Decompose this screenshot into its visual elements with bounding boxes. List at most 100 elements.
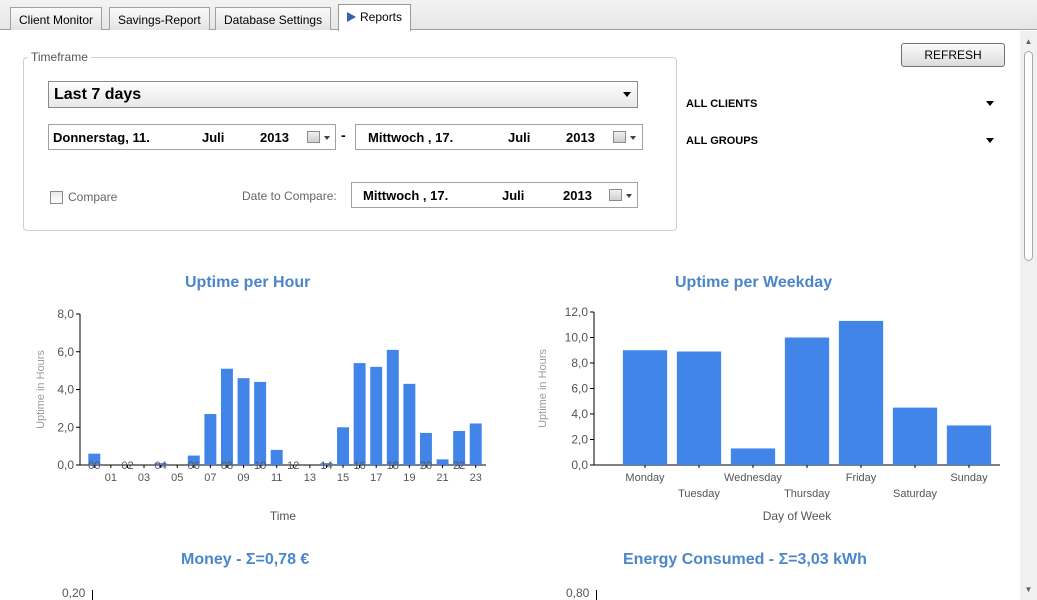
x-tick-label: Friday	[846, 472, 877, 484]
bar	[892, 407, 938, 465]
x-tick-label: Sunday	[950, 472, 988, 484]
bar	[838, 320, 884, 465]
x-tick-label: 01	[105, 472, 117, 484]
y-tick-label: 10,0	[565, 331, 589, 345]
x-tick-label: 17	[370, 472, 382, 484]
bar	[370, 366, 383, 465]
groups-filter[interactable]: ALL GROUPS	[686, 135, 758, 147]
compare-date-weekday: Mittwoch , 17.	[363, 188, 449, 203]
y-tick-label: 0,0	[571, 458, 588, 472]
from-date-picker[interactable]: Donnerstag, 11. Juli 2013	[48, 124, 336, 150]
x-tick-label: Tuesday	[678, 488, 720, 500]
compare-date-year: 2013	[563, 188, 592, 203]
bar	[622, 350, 668, 465]
x-tick-label: 10	[254, 460, 266, 472]
compare-date-month: Juli	[502, 188, 525, 203]
bar	[403, 383, 416, 465]
x-tick-label: 15	[337, 472, 349, 484]
tab-savings-report[interactable]: Savings-Report	[109, 7, 210, 30]
uptime-per-hour-title: Uptime per Hour	[185, 274, 311, 291]
energy-chart-ytick: 0,80	[566, 586, 590, 600]
compare-label: Compare	[68, 190, 118, 204]
clients-filter[interactable]: ALL CLIENTS	[686, 98, 757, 110]
date-to-compare-label: Date to Compare:	[242, 189, 337, 203]
tab-label: Database Settings	[224, 13, 323, 27]
energy-chart-title: Energy Consumed - Σ=3,03 kWh	[623, 551, 867, 568]
calendar-icon[interactable]	[307, 131, 320, 143]
chevron-down-icon	[626, 194, 632, 198]
money-chart-title: Money - Σ=0,78 €	[181, 551, 310, 568]
bar	[237, 378, 250, 465]
y-tick-label: 2,0	[571, 433, 588, 447]
bar	[730, 448, 776, 465]
uptime-per-weekday-chart: 0,0 2,0 4,0 6,0 8,0 10,0 12,0 Uptime in Hours Mo…	[537, 305, 1000, 523]
y-tick-label: 6,0	[571, 382, 588, 396]
bar	[784, 337, 830, 465]
x-tick-label: 06	[188, 460, 200, 472]
y-tick-label: 12,0	[565, 305, 589, 319]
energy-chart-axis	[596, 590, 597, 600]
chevron-down-icon[interactable]	[986, 138, 994, 143]
x-tick-label: 12	[287, 460, 299, 472]
x-tick-label: 11	[271, 472, 282, 484]
x-tick-label: 07	[204, 472, 216, 484]
y-tick-label: 0,0	[57, 458, 74, 472]
bar	[676, 351, 722, 465]
bar	[337, 427, 350, 465]
to-date-year: 2013	[566, 130, 595, 145]
x-tick-label: 21	[436, 472, 448, 484]
tab-label: Savings-Report	[118, 13, 201, 27]
x-tick-label: 23	[470, 472, 482, 484]
y-tick-label: 4,0	[571, 407, 588, 421]
tab-database-settings[interactable]: Database Settings	[215, 7, 332, 30]
uptime-per-weekday-title: Uptime per Weekday	[675, 274, 833, 291]
bar	[254, 381, 267, 465]
chevron-down-icon	[623, 92, 631, 97]
bar	[469, 423, 482, 465]
refresh-button[interactable]: REFRESH	[901, 43, 1005, 67]
money-chart-ytick: 0,20	[62, 586, 86, 600]
chevron-down-icon[interactable]	[986, 101, 994, 106]
to-date-weekday: Mittwoch , 17.	[368, 130, 454, 145]
scroll-down-icon[interactable]: ▼	[1020, 581, 1037, 598]
x-tick-label: 05	[171, 472, 183, 484]
calendar-icon[interactable]	[609, 189, 622, 201]
x-tick-label: Saturday	[893, 488, 938, 500]
x-tick-label: 13	[304, 472, 316, 484]
x-tick-label: Thursday	[784, 488, 830, 500]
scrollbar-thumb[interactable]	[1024, 51, 1033, 261]
compare-checkbox[interactable]	[50, 191, 63, 204]
to-date-picker[interactable]: Mittwoch , 17. Juli 2013	[355, 124, 643, 150]
x-tick-label: 04	[155, 460, 167, 472]
x-tick-label: 02	[121, 460, 133, 472]
vertical-scrollbar[interactable]: ▲ ▼	[1020, 31, 1037, 600]
y-tick-label: 8,0	[571, 356, 588, 370]
tab-reports[interactable]: Reports	[338, 4, 412, 31]
bar	[204, 414, 217, 465]
chevron-down-icon	[324, 136, 330, 140]
x-tick-label: 19	[403, 472, 415, 484]
x-tick-label: 16	[354, 460, 366, 472]
y-tick-label: 4,0	[57, 383, 74, 397]
x-tick-label: Wednesday	[724, 472, 782, 484]
calendar-icon[interactable]	[613, 131, 626, 143]
x-tick-label: 00	[88, 460, 100, 472]
x-tick-label: 03	[138, 472, 150, 484]
x-tick-label: 18	[387, 460, 399, 472]
y-axis-label: Uptime in Hours	[537, 349, 549, 428]
timeframe-preset-value: Last 7 days	[54, 86, 142, 103]
x-tick-label: Monday	[625, 472, 665, 484]
tab-strip: Client Monitor Savings-Report Database S…	[0, 0, 1037, 31]
to-date-month: Juli	[508, 130, 531, 145]
uptime-per-hour-chart: 0,0 2,0 4,0 6,0 8,0 Uptime in Hours 00 01 02 03 04…	[35, 307, 486, 523]
from-date-month: Juli	[202, 130, 225, 145]
play-icon	[347, 12, 356, 22]
scroll-up-icon[interactable]: ▲	[1020, 33, 1037, 50]
timeframe-preset-select[interactable]: Last 7 days	[48, 81, 638, 108]
from-date-weekday: Donnerstag, 11.	[53, 130, 150, 145]
money-chart-axis	[92, 590, 93, 600]
x-tick-label: 08	[221, 460, 233, 472]
timeframe-legend: Timeframe	[28, 50, 91, 64]
compare-date-picker[interactable]: Mittwoch , 17. Juli 2013	[351, 182, 638, 208]
tab-client-monitor[interactable]: Client Monitor	[10, 7, 103, 30]
